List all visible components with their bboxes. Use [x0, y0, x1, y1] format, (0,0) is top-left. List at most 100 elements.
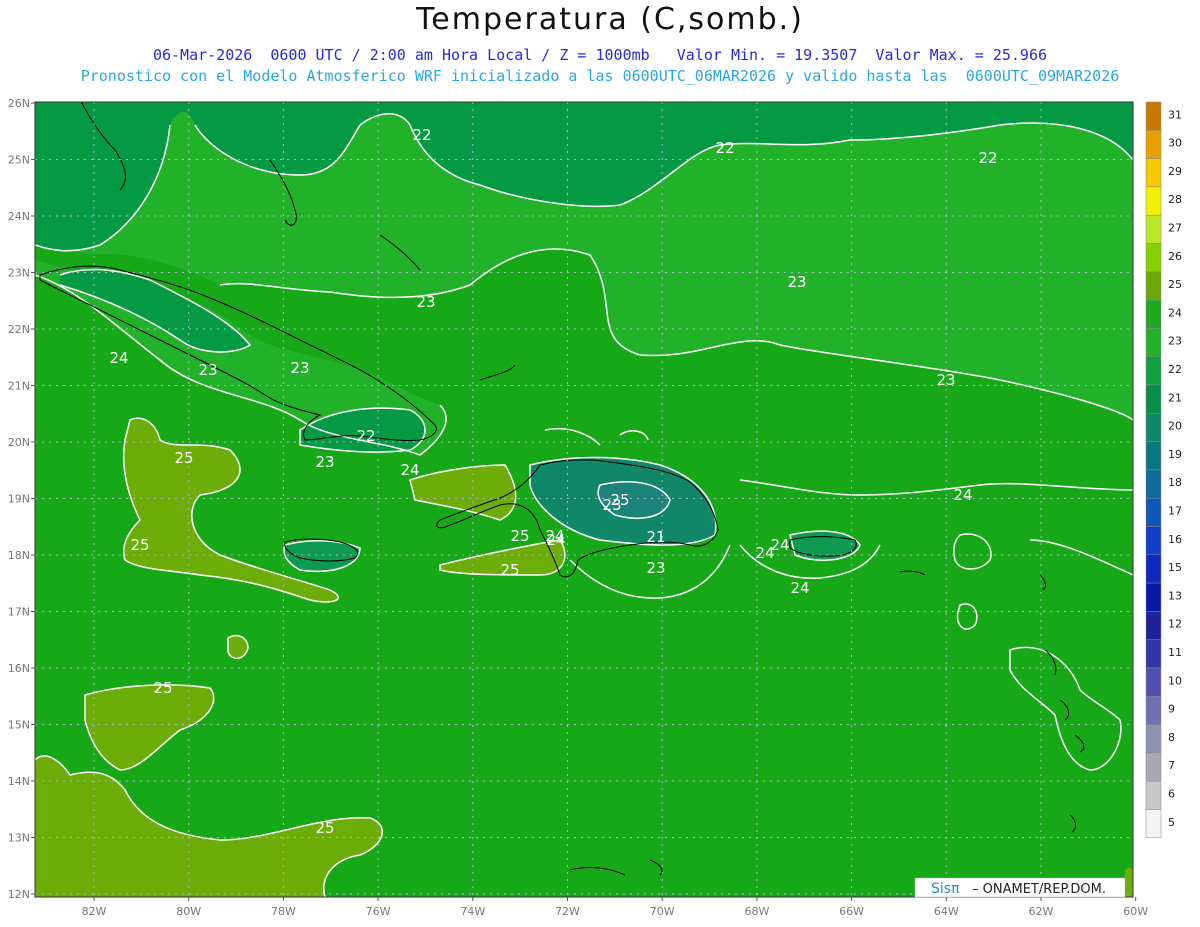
colorbar-tick-label: 26: [1168, 250, 1182, 263]
lon-tick-label: 78W: [271, 905, 296, 918]
lat-tick-label: 17N: [8, 606, 30, 619]
lat-tick-label: 19N: [8, 493, 30, 506]
lon-tick-label: 72W: [555, 905, 580, 918]
colorbar-tick-label: 28: [1168, 193, 1182, 206]
colorbar-tick-label: 19: [1168, 448, 1182, 461]
lat-tick-label: 14N: [8, 775, 30, 788]
lon-tick-label: 82W: [82, 905, 107, 918]
colorbar-tick-label: 17: [1168, 505, 1182, 518]
colorbar-swatch: [1145, 554, 1162, 584]
colorbar-tick-label: 25: [1168, 278, 1182, 291]
colorbar-tick-label: 7: [1168, 759, 1175, 772]
colorbar-swatch: [1145, 611, 1162, 640]
contour-value-label: 21: [646, 528, 665, 546]
lat-tick-label: 20N: [8, 436, 30, 449]
contour-value-label: 24: [109, 349, 128, 367]
lat-tick-label: 16N: [8, 662, 30, 675]
colorbar: 31 30 29 28 27 26 25 24 23 22 21 20 19 18 17 16 15 13 12 11…: [1145, 101, 1182, 839]
colorbar-tick-label: 31: [1168, 108, 1182, 121]
contour-value-label: 23: [315, 453, 334, 471]
contour-value-label: 22: [978, 149, 997, 167]
lat-tick-label: 23N: [8, 267, 30, 280]
colorbar-tick-label: 9: [1168, 703, 1175, 716]
colorbar-tick-label: 20: [1168, 420, 1182, 433]
colorbar-tick-label: 22: [1168, 363, 1182, 376]
colorbar-tick-label: 13: [1168, 589, 1182, 602]
colorbar-swatch: [1145, 158, 1162, 188]
colorbar-swatch: [1145, 243, 1162, 273]
contour-value-label: 24: [770, 536, 789, 554]
colorbar-tick-label: 29: [1168, 165, 1182, 178]
contour-value-label: 23: [787, 273, 806, 291]
watermark: Sisπ – ONAMET/REP.DOM.: [914, 877, 1126, 898]
contour-value-label: 24: [546, 531, 565, 549]
colorbar-tick-label: 16: [1168, 533, 1182, 546]
colorbar-tick-label: 8: [1168, 731, 1175, 744]
colorbar-swatch: [1145, 214, 1162, 244]
colorbar-swatch: [1145, 299, 1162, 329]
longitude-labels: 82W 80W 78W 76W 74W 72W 70W 68W 66W 64W 62W 60W: [82, 897, 1148, 918]
contour-value-label: 25: [610, 491, 629, 509]
latitude-labels: 26N 25N 24N 23N 22N 21N 20N 19N 18N 17N 16N 15N 14N 1…: [8, 97, 35, 901]
colorbar-swatch: [1145, 186, 1162, 216]
colorbar-tick-label: 30: [1168, 137, 1182, 150]
contour-value-label: 23: [936, 371, 955, 389]
lon-tick-label: 64W: [934, 905, 959, 918]
colorbar-swatch: [1145, 809, 1162, 839]
lat-tick-label: 26N: [8, 97, 30, 110]
colorbar-swatch: [1145, 271, 1162, 301]
contour-value-label: 23: [646, 559, 665, 577]
contour-value-label: 23: [416, 293, 435, 311]
lat-tick-label: 21N: [8, 380, 30, 393]
contour-value-label: 23: [290, 359, 309, 377]
contour-value-label: 24: [953, 486, 972, 504]
contour-value-label: 25: [130, 536, 149, 554]
colorbar-swatch: [1145, 101, 1162, 131]
contour-value-label: 22: [715, 139, 734, 157]
contour-value-label: 25: [315, 819, 334, 837]
contour-value-label: 23: [198, 361, 217, 379]
colorbar-tick-label: 15: [1168, 561, 1182, 574]
lat-tick-label: 18N: [8, 549, 30, 562]
lon-tick-label: 80W: [176, 905, 201, 918]
lon-tick-label: 70W: [650, 905, 675, 918]
contour-value-label: 25: [153, 679, 172, 697]
colorbar-swatch: [1145, 667, 1162, 697]
watermark-text: – ONAMET/REP.DOM.: [972, 882, 1106, 897]
contour-value-label: 25: [500, 561, 519, 579]
contour-value-label: 22: [356, 427, 375, 445]
colorbar-swatch: [1145, 384, 1162, 414]
colorbar-tick-label: 12: [1168, 618, 1182, 631]
colorbar-swatch: [1145, 130, 1162, 159]
colorbar-tick-label: 10: [1168, 674, 1182, 687]
band-25-east: [1125, 867, 1133, 897]
colorbar-swatch: [1145, 724, 1162, 754]
colorbar-swatch: [1145, 639, 1162, 669]
watermark-brand: Sisπ: [931, 881, 960, 897]
lon-tick-label: 74W: [460, 905, 485, 918]
colorbar-tick-label: 27: [1168, 222, 1182, 235]
lon-tick-label: 76W: [366, 905, 391, 918]
colorbar-tick-label: 21: [1168, 391, 1182, 404]
colorbar-swatch: [1145, 497, 1162, 527]
colorbar-swatch: [1145, 696, 1162, 725]
lat-tick-label: 13N: [8, 832, 30, 845]
colorbar-swatch: [1145, 780, 1162, 810]
colorbar-swatch: [1145, 469, 1162, 499]
colorbar-swatch: [1145, 328, 1162, 357]
lon-tick-label: 62W: [1029, 905, 1054, 918]
colorbar-swatch: [1145, 356, 1162, 386]
contour-value-label: 25: [174, 449, 193, 467]
colorbar-swatch: [1145, 582, 1162, 612]
colorbar-swatch: [1145, 441, 1162, 471]
lon-tick-label: 60W: [1123, 905, 1148, 918]
colorbar-tick-label: 18: [1168, 476, 1182, 489]
lat-tick-label: 12N: [8, 888, 30, 901]
colorbar-swatch: [1145, 413, 1162, 442]
contour-value-label: 22: [412, 126, 431, 144]
lat-tick-label: 24N: [8, 210, 30, 223]
contour-value-label: 24: [790, 579, 809, 597]
colorbar-swatch: [1145, 526, 1162, 556]
contour-value-label: 24: [400, 461, 419, 479]
temperature-map: 22 22 22 23 23 23 23 23 24 24 24 24 24 25 25 25 25 25 23 21…: [8, 97, 1182, 918]
